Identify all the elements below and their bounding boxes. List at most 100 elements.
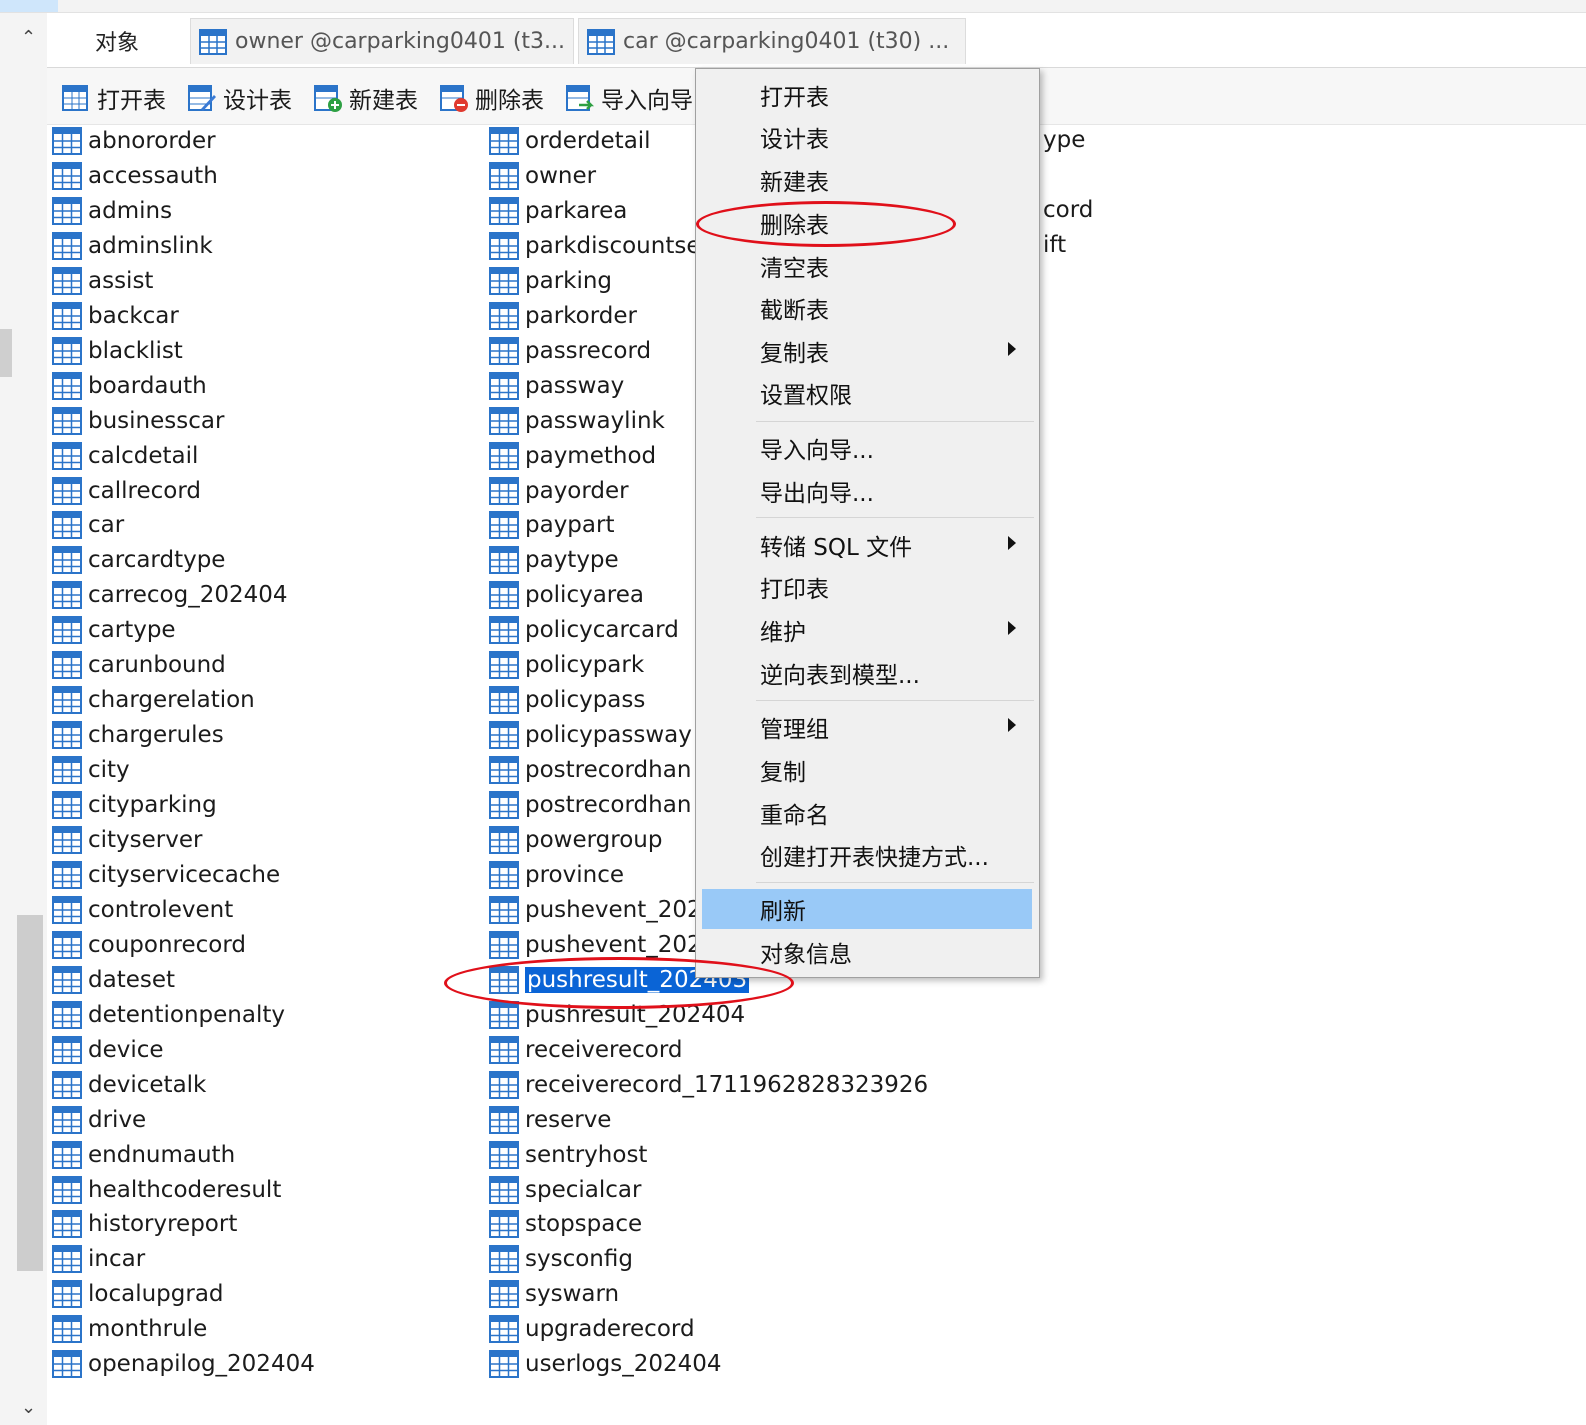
tab-car[interactable]: car @carparking0401 (t30) ... xyxy=(578,18,966,64)
table-item[interactable]: parkorder xyxy=(489,299,637,333)
table-item[interactable]: paytype xyxy=(489,543,619,577)
table-item[interactable]: receiverecord xyxy=(489,1033,683,1067)
table-item[interactable]: passrecord xyxy=(489,334,651,368)
table-item[interactable]: device xyxy=(52,1033,164,1067)
menu-design-table[interactable]: 设计表 xyxy=(702,117,1032,157)
menu-create-shortcut[interactable]: 创建打开表快捷方式... xyxy=(702,835,1032,875)
menu-new-table[interactable]: 新建表 xyxy=(702,160,1032,200)
menu-dump-sql[interactable]: 转储 SQL 文件 xyxy=(702,525,1032,565)
table-item[interactable]: localupgrad xyxy=(52,1277,224,1311)
table-item[interactable]: province xyxy=(489,858,624,892)
table-item[interactable]: upgraderecord xyxy=(489,1312,695,1346)
menu-reverse-to-model[interactable]: 逆向表到模型... xyxy=(702,653,1032,693)
table-item[interactable]: pushresult_202404 xyxy=(489,998,745,1032)
table-item[interactable]: postrecordhan xyxy=(489,753,691,787)
tab-owner[interactable]: owner @carparking0401 (t3... xyxy=(190,18,574,64)
table-item[interactable]: chargerelation xyxy=(52,683,255,717)
table-item[interactable]: stopspace xyxy=(489,1207,642,1241)
menu-print-table[interactable]: 打印表 xyxy=(702,567,1032,607)
table-item[interactable]: blacklist xyxy=(52,334,183,368)
menu-import-wizard[interactable]: 导入向导... xyxy=(702,428,1032,468)
table-item[interactable]: couponrecord xyxy=(52,928,246,962)
scrollbar-thumb[interactable] xyxy=(17,915,43,1271)
table-item[interactable]: calcdetail xyxy=(52,439,198,473)
table-item[interactable]: controlevent xyxy=(52,893,233,927)
table-item[interactable]: city xyxy=(52,753,130,787)
table-item[interactable]: parking xyxy=(489,264,612,298)
table-item[interactable]: devicetalk xyxy=(52,1068,206,1102)
table-item[interactable]: admins xyxy=(52,194,172,228)
table-item[interactable]: healthcoderesult xyxy=(52,1173,281,1207)
table-item[interactable]: cityservicecache xyxy=(52,858,280,892)
table-item[interactable]: cityparking xyxy=(52,788,217,822)
table-item[interactable]: chargerules xyxy=(52,718,224,752)
table-item[interactable]: detentionpenalty xyxy=(52,998,285,1032)
menu-copy-table[interactable]: 复制表 xyxy=(702,331,1032,371)
scroll-down-icon[interactable]: ⌄ xyxy=(21,1397,36,1418)
table-item[interactable]: openapilog_202404 xyxy=(52,1347,315,1381)
table-item[interactable]: incar xyxy=(52,1242,145,1276)
table-item[interactable]: carrecog_202404 xyxy=(52,578,288,612)
table-item[interactable]: policyarea xyxy=(489,578,644,612)
menu-truncate-table[interactable]: 截断表 xyxy=(702,288,1032,328)
menu-copy[interactable]: 复制 xyxy=(702,750,1032,790)
table-item[interactable]: orderdetail xyxy=(489,124,651,158)
table-item[interactable]: specialcar xyxy=(489,1173,641,1207)
new-table-button[interactable]: 新建表 xyxy=(313,82,418,114)
menu-set-permissions[interactable]: 设置权限 xyxy=(702,373,1032,413)
table-item[interactable]: policypassway xyxy=(489,718,692,752)
table-item[interactable]: carcardtype xyxy=(52,543,225,577)
table-item[interactable]: syswarn xyxy=(489,1277,619,1311)
table-item[interactable]: assist xyxy=(52,264,153,298)
table-item[interactable]: adminslink xyxy=(52,229,213,263)
vertical-scrollbar[interactable]: ⌃ ⌄ xyxy=(15,13,47,1425)
table-item[interactable]: sysconfig xyxy=(489,1242,633,1276)
menu-manage-group[interactable]: 管理组 xyxy=(702,707,1032,747)
table-item[interactable]: receiverecord_1711962828323926 xyxy=(489,1068,928,1102)
open-table-button[interactable]: 打开表 xyxy=(61,82,166,114)
table-item[interactable]: userlogs_202404 xyxy=(489,1347,722,1381)
delete-table-button[interactable]: 删除表 xyxy=(439,82,544,114)
table-item[interactable]: sentryhost xyxy=(489,1138,647,1172)
table-item[interactable]: powergroup xyxy=(489,823,662,857)
table-item[interactable]: passwaylink xyxy=(489,404,665,438)
table-item[interactable]: pushevent_2024 xyxy=(489,893,716,927)
menu-delete-table[interactable]: 删除表 xyxy=(702,203,1032,243)
table-item[interactable]: car xyxy=(52,508,124,542)
design-table-button[interactable]: 设计表 xyxy=(187,82,292,114)
table-item[interactable]: policypass xyxy=(489,683,645,717)
table-item[interactable]: parkarea xyxy=(489,194,627,228)
table-item[interactable]: policycarcard xyxy=(489,613,679,647)
menu-refresh[interactable]: 刷新 xyxy=(702,889,1032,929)
table-item[interactable]: pushevent_2024 xyxy=(489,928,716,962)
table-item[interactable]: backcar xyxy=(52,299,179,333)
table-item[interactable]: boardauth xyxy=(52,369,207,403)
table-item[interactable]: callrecord xyxy=(52,474,201,508)
table-item[interactable]: dateset xyxy=(52,963,175,997)
table-item[interactable]: monthrule xyxy=(52,1312,207,1346)
menu-empty-table[interactable]: 清空表 xyxy=(702,246,1032,286)
menu-object-info[interactable]: 对象信息 xyxy=(702,932,1032,972)
table-item[interactable]: businesscar xyxy=(52,404,224,438)
table-item[interactable]: cityserver xyxy=(52,823,202,857)
table-item[interactable]: drive xyxy=(52,1103,146,1137)
import-wizard-button[interactable]: 导入向导 xyxy=(565,82,693,114)
table-item[interactable]: policypark xyxy=(489,648,644,682)
table-item[interactable]: reserve xyxy=(489,1103,611,1137)
table-item[interactable]: endnumauth xyxy=(52,1138,235,1172)
table-item[interactable]: parkdiscountse xyxy=(489,229,700,263)
table-item[interactable]: owner xyxy=(489,159,596,193)
table-item[interactable]: cartype xyxy=(52,613,176,647)
table-item[interactable]: payorder xyxy=(489,474,629,508)
menu-open-table[interactable]: 打开表 xyxy=(702,75,1032,115)
table-item[interactable]: historyreport xyxy=(52,1207,237,1241)
table-item[interactable]: paymethod xyxy=(489,439,656,473)
scroll-up-icon[interactable]: ⌃ xyxy=(21,27,36,48)
table-item[interactable]: carunbound xyxy=(52,648,226,682)
table-item[interactable]: abnororder xyxy=(52,124,216,158)
table-item[interactable]: passway xyxy=(489,369,624,403)
table-item[interactable]: paypart xyxy=(489,508,614,542)
tab-objects[interactable]: 对象 xyxy=(47,18,187,64)
table-item[interactable]: accessauth xyxy=(52,159,218,193)
menu-export-wizard[interactable]: 导出向导... xyxy=(702,471,1032,511)
